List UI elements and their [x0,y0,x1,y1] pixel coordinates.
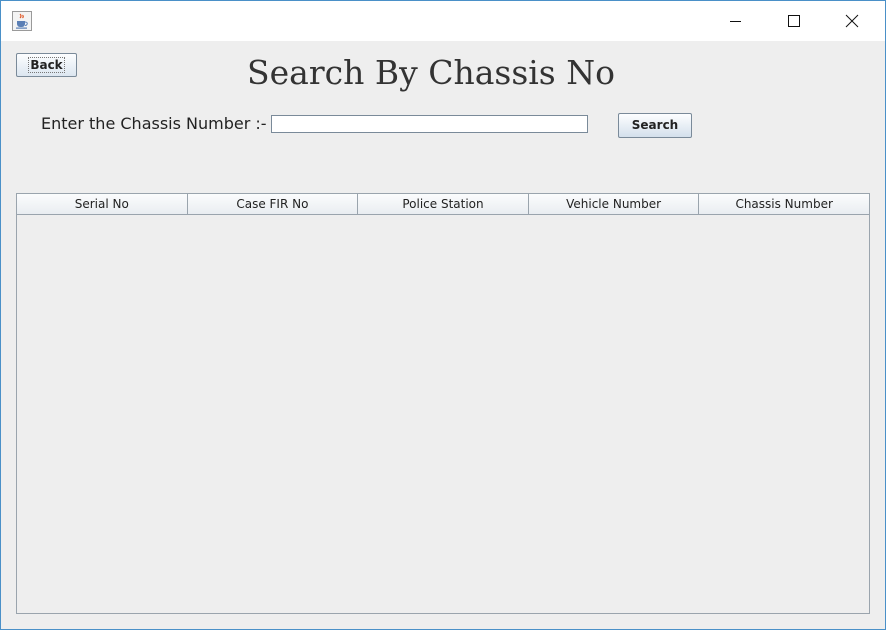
column-header-case-fir-no[interactable]: Case FIR No [187,194,359,214]
search-button[interactable]: Search [618,113,692,138]
column-header-chassis-number[interactable]: Chassis Number [699,194,869,214]
page-title: Search By Chassis No [247,53,615,92]
java-cup-icon[interactable] [12,11,32,31]
minimize-icon [730,21,741,22]
maximize-button[interactable] [765,1,823,41]
title-bar[interactable] [1,1,885,41]
results-table: Serial No Case FIR No Police Station Veh… [16,193,870,614]
maximize-icon [788,15,800,27]
table-header: Serial No Case FIR No Police Station Veh… [17,194,869,215]
back-button-label: Back [28,57,65,73]
back-button[interactable]: Back [16,53,77,77]
close-icon [845,14,859,28]
close-button[interactable] [823,1,881,41]
table-body[interactable] [17,215,869,613]
chassis-number-label: Enter the Chassis Number :- [41,114,267,133]
chassis-number-input[interactable] [271,115,588,133]
column-header-police-station[interactable]: Police Station [358,194,529,214]
column-header-serial-no[interactable]: Serial No [17,194,188,214]
minimize-button[interactable] [707,1,765,41]
app-window: Back Search By Chassis No Enter the Chas… [0,0,886,630]
column-header-vehicle-number[interactable]: Vehicle Number [528,194,700,214]
